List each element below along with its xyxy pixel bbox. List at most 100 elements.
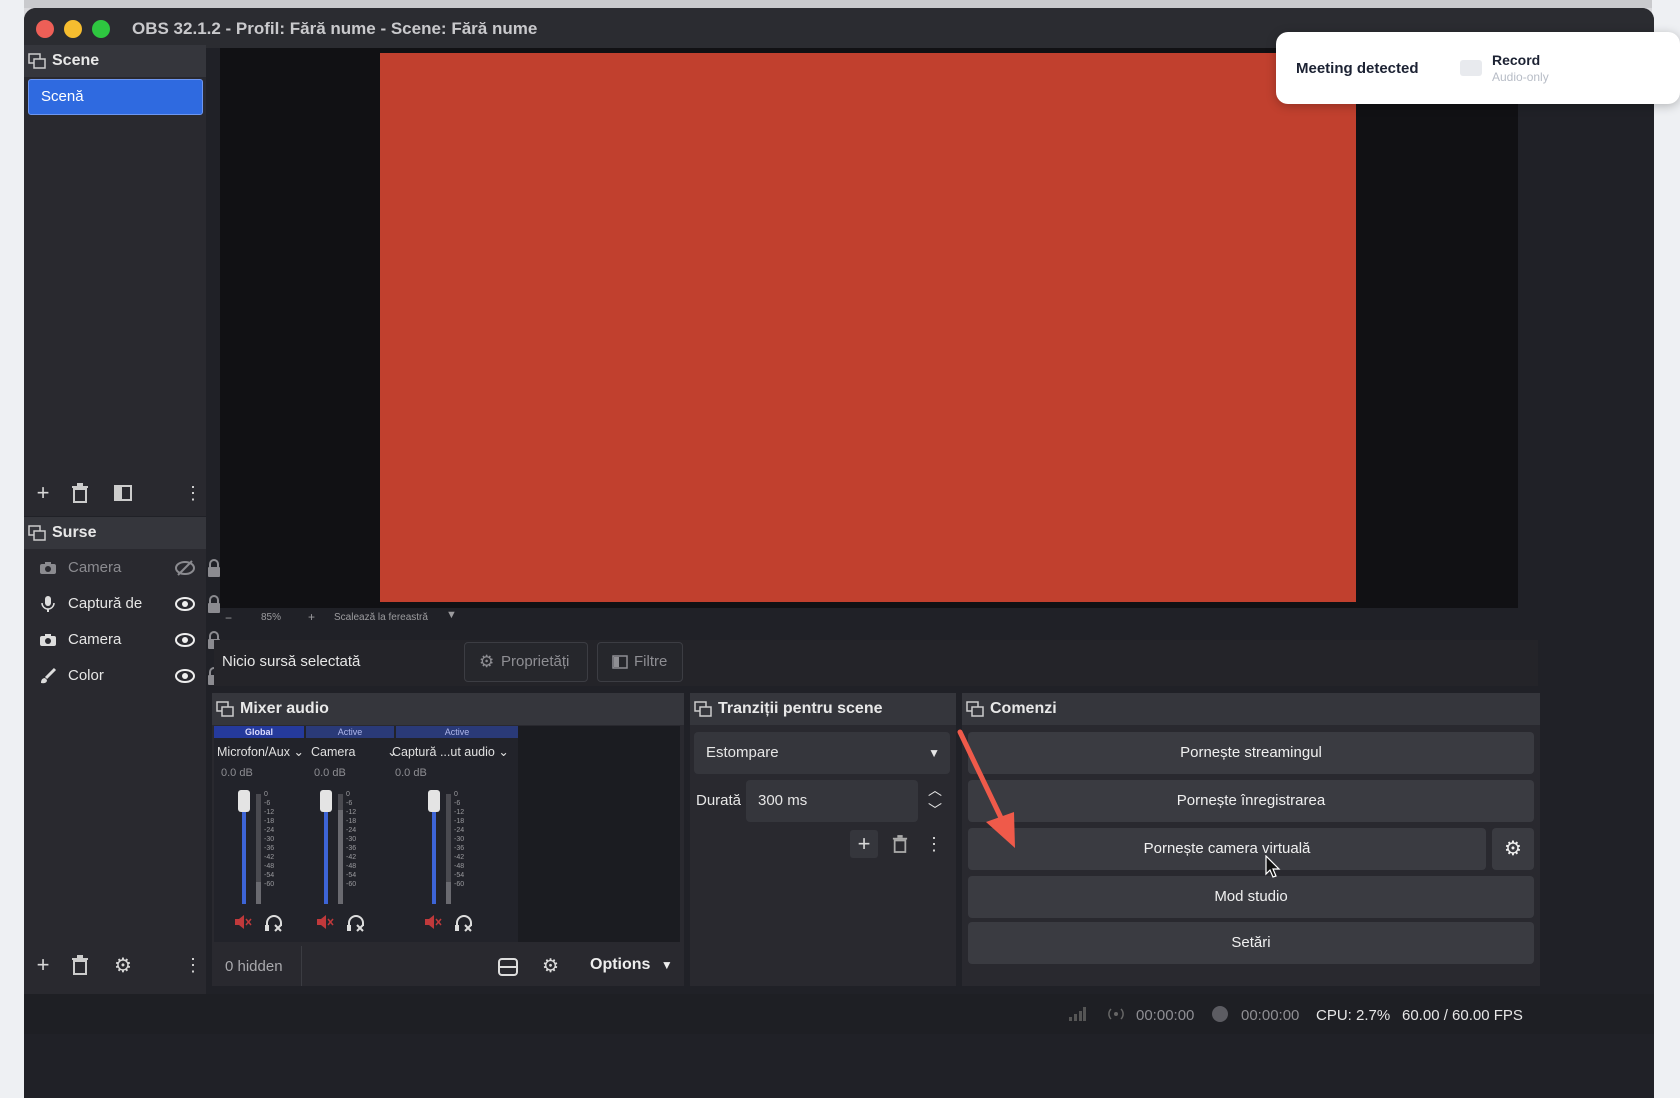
scene-filters-button[interactable] bbox=[109, 479, 137, 507]
volume-fader-handle[interactable] bbox=[320, 790, 332, 812]
source-item-label: Camera bbox=[68, 559, 122, 576]
duration-input[interactable]: 300 ms bbox=[746, 780, 918, 822]
audio-level-fill bbox=[338, 810, 343, 904]
strip-name-camera[interactable]: Camera ⌄ bbox=[311, 744, 397, 759]
volume-fader-handle[interactable] bbox=[238, 790, 250, 812]
notification-record-button[interactable]: Record bbox=[1492, 52, 1540, 68]
strip-tag-global: Global bbox=[214, 726, 304, 738]
meter-scale-labels: 0 -6 -12 -18 -24 -30 -36 -42 -48 -54 -60 bbox=[264, 791, 275, 888]
start-recording-button[interactable]: Pornește înregistrarea bbox=[968, 780, 1534, 822]
chevron-down-icon[interactable]: ▼ bbox=[446, 609, 457, 621]
chevron-down-icon[interactable]: ﹀ bbox=[928, 800, 942, 820]
speaker-muted-icon[interactable] bbox=[316, 914, 336, 932]
transition-select[interactable]: Estompare ▼ bbox=[694, 732, 950, 774]
status-bar: 00:00:00 00:00:00 CPU: 2.7% 60.00 / 60.0… bbox=[24, 994, 1654, 1034]
no-source-label: Nicio sursă selectată bbox=[222, 653, 361, 670]
hidden-count: 0 hidden bbox=[225, 958, 283, 975]
desktop-background-left bbox=[0, 0, 24, 1098]
audio-level-meter bbox=[446, 794, 451, 904]
eye-icon[interactable] bbox=[174, 667, 196, 685]
strip-name-mic[interactable]: Microfon/Aux ⌄ bbox=[217, 744, 304, 759]
streaming-icon bbox=[1108, 1008, 1124, 1020]
zoom-level: 85% bbox=[261, 612, 282, 623]
scenes-title: Scene bbox=[52, 52, 100, 69]
speaker-muted-icon[interactable] bbox=[424, 914, 444, 932]
remove-source-button[interactable] bbox=[66, 951, 94, 979]
preview-canvas[interactable] bbox=[380, 53, 1356, 602]
scene-list-item[interactable]: Scenă bbox=[28, 79, 203, 115]
options-dropdown[interactable]: Options ▼ bbox=[590, 956, 673, 974]
scenes-dock-title: Scene bbox=[24, 45, 206, 77]
scene-more-menu-button[interactable]: ⋮ bbox=[179, 479, 207, 507]
strip-name-desktop-audio[interactable]: Captură ...ut audio ⌄ bbox=[392, 744, 509, 759]
microphone-icon bbox=[38, 586, 58, 627]
chevron-up-icon[interactable]: ︿ bbox=[928, 780, 942, 800]
settings-button[interactable]: Setări bbox=[968, 922, 1534, 964]
advanced-audio-gear-icon[interactable]: ⚙ bbox=[542, 955, 559, 978]
transitions-title: Tranziții pentru scene bbox=[718, 700, 883, 717]
source-item-color[interactable]: Color bbox=[34, 658, 220, 694]
duration-stepper[interactable]: ︿ ﹀ bbox=[922, 780, 950, 822]
source-item-audio-capture[interactable]: Captură de bbox=[34, 586, 220, 622]
virtual-camera-settings-button[interactable]: ⚙ bbox=[1492, 828, 1534, 870]
filter-icon bbox=[114, 485, 132, 501]
volume-fader-handle[interactable] bbox=[428, 790, 440, 812]
source-item-label: Color bbox=[68, 667, 104, 684]
camera-toggle-icon[interactable] bbox=[1460, 60, 1482, 76]
source-properties-button[interactable]: ⚙ bbox=[109, 951, 137, 979]
headphones-monitor-off-icon[interactable] bbox=[346, 914, 368, 934]
meter-scale-labels: 0 -6 -12 -18 -24 -30 -36 -42 -48 -54 -60 bbox=[454, 791, 465, 888]
zoom-in-button[interactable]: + bbox=[308, 610, 315, 624]
gear-icon: ⚙ bbox=[1504, 838, 1522, 860]
remove-scene-button[interactable] bbox=[66, 479, 94, 507]
start-virtual-camera-button[interactable]: Pornește camera virtuală bbox=[968, 828, 1486, 870]
strip-volume-db: 0.0 dB bbox=[221, 767, 253, 779]
sources-dock-title: Surse bbox=[24, 517, 206, 549]
gear-icon: ⚙ bbox=[479, 652, 495, 671]
controls-title: Comenzi bbox=[990, 700, 1057, 717]
add-transition-button[interactable]: + bbox=[850, 830, 878, 858]
meeting-notification[interactable]: Meeting detected Record Audio-only bbox=[1276, 32, 1680, 104]
add-source-button[interactable]: + bbox=[29, 951, 57, 979]
headphones-monitor-off-icon[interactable] bbox=[454, 914, 476, 934]
filters-button[interactable]: Filtre bbox=[597, 642, 683, 682]
scene-item-label: Scenă bbox=[41, 88, 84, 105]
eye-icon[interactable] bbox=[174, 595, 196, 613]
source-item-camera[interactable]: Camera bbox=[34, 622, 220, 661]
divider bbox=[301, 946, 302, 986]
audio-mixer-dock: Mixer audio Global Microfon/Aux ⌄ 0.0 dB… bbox=[212, 693, 684, 986]
source-item-camera-hidden[interactable]: Camera bbox=[34, 550, 220, 586]
audio-level-meter bbox=[338, 794, 343, 904]
filter-icon bbox=[612, 655, 628, 669]
chevron-down-icon: ⌄ bbox=[293, 745, 304, 759]
mixer-title: Mixer audio bbox=[240, 700, 329, 717]
layout-toggle-icon[interactable] bbox=[498, 958, 518, 976]
camera-icon bbox=[38, 622, 58, 661]
close-window-button[interactable] bbox=[36, 20, 54, 38]
dock-icon bbox=[216, 701, 234, 717]
eye-icon[interactable] bbox=[174, 631, 196, 649]
eye-hidden-icon[interactable] bbox=[174, 559, 196, 577]
minimize-window-button[interactable] bbox=[64, 20, 82, 38]
properties-button[interactable]: ⚙ Proprietăți bbox=[464, 642, 588, 682]
zoom-bar: − 85% + Scalează la fereastră ▼ bbox=[220, 605, 1520, 629]
window-title: OBS 32.1.2 - Profil: Fără nume - Scene: … bbox=[132, 19, 538, 38]
chevron-down-icon: ▼ bbox=[928, 746, 940, 760]
source-item-label: Camera bbox=[68, 631, 122, 648]
speaker-muted-icon[interactable] bbox=[234, 914, 254, 932]
transition-more-menu-button[interactable]: ⋮ bbox=[920, 830, 948, 858]
audio-level-fill bbox=[446, 882, 451, 904]
scale-mode-label[interactable]: Scalează la fereastră bbox=[334, 612, 428, 623]
source-more-menu-button[interactable]: ⋮ bbox=[179, 951, 207, 979]
start-streaming-button[interactable]: Pornește streamingul bbox=[968, 732, 1534, 774]
zoom-window-button[interactable] bbox=[92, 20, 110, 38]
controls-dock: Comenzi Pornește streamingul Pornește în… bbox=[962, 693, 1540, 986]
studio-mode-button[interactable]: Mod studio bbox=[968, 876, 1534, 918]
dock-icon bbox=[28, 525, 46, 541]
zoom-out-button[interactable]: − bbox=[225, 611, 232, 625]
headphones-monitor-off-icon[interactable] bbox=[264, 914, 286, 934]
add-scene-button[interactable]: + bbox=[29, 479, 57, 507]
remove-transition-button[interactable] bbox=[886, 830, 914, 858]
notification-subtitle: Audio-only bbox=[1492, 70, 1549, 84]
strip-volume-db: 0.0 dB bbox=[314, 767, 346, 779]
